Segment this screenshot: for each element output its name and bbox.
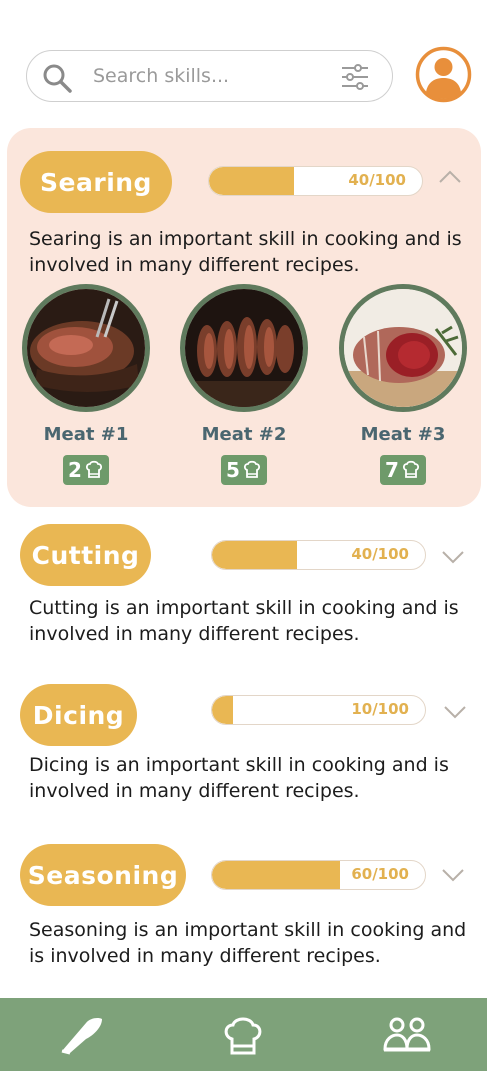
recipe-count: 2 (68, 458, 82, 482)
recipe-item[interactable]: Meat #1 2 (21, 284, 151, 485)
chevron-down-icon[interactable] (442, 703, 468, 721)
meat-photo (180, 284, 308, 412)
skill-progress-bar: 10/100 (211, 695, 426, 725)
chevron-down-icon[interactable] (440, 548, 466, 566)
skill-progress-label: 10/100 (351, 700, 409, 718)
recipe-item-name: Meat #3 (360, 424, 446, 445)
recipe-count: 5 (226, 458, 240, 482)
skill-description: Searing is an important skill in cooking… (29, 228, 462, 276)
skill-name-pill[interactable]: Cutting (20, 524, 151, 586)
skill-card-searing[interactable]: Searing 40/100 Searing is an important s… (7, 128, 481, 507)
skill-name-pill[interactable]: Dicing (20, 684, 137, 746)
recipe-item-name: Meat #2 (201, 424, 287, 445)
recipe-item[interactable]: Meat #3 7 (338, 284, 468, 485)
skill-name-pill[interactable]: Searing (20, 151, 172, 213)
people-icon[interactable] (382, 1015, 432, 1055)
chef-hat-icon (85, 460, 102, 478)
recipe-item-name: Meat #1 (43, 424, 129, 445)
knife-icon[interactable] (56, 1015, 106, 1055)
search-icon (43, 64, 72, 93)
chef-hat-icon (243, 460, 260, 478)
chevron-up-icon[interactable] (437, 168, 463, 186)
skill-progress-fill (212, 861, 340, 889)
recipe-item[interactable]: Meat #2 5 (179, 284, 309, 485)
skill-progress-label: 40/100 (348, 171, 406, 189)
skill-description: Seasoning is an important skill in cooki… (29, 919, 467, 967)
filter-sliders-icon[interactable] (339, 61, 371, 93)
meat-photo (22, 284, 150, 412)
skill-description: Cutting is an important skill in cooking… (29, 597, 459, 645)
skill-progress-fill (209, 167, 295, 195)
skill-progress-bar: 40/100 (208, 166, 423, 196)
skill-card-dicing[interactable]: Dicing 10/100 Dicing is an important ski… (7, 682, 481, 812)
chef-hat-icon (402, 460, 419, 478)
skill-progress-bar: 60/100 (211, 860, 426, 890)
chevron-down-icon[interactable] (440, 866, 466, 884)
search-input[interactable] (93, 61, 333, 91)
recipe-count-badge: 5 (221, 455, 267, 485)
user-avatar-icon[interactable] (415, 46, 472, 103)
recipe-count-badge: 7 (380, 455, 426, 485)
skill-progress-fill (212, 696, 234, 724)
skill-card-cutting[interactable]: Cutting 40/100 Cutting is an important s… (7, 522, 481, 652)
meat-photo (339, 284, 467, 412)
recipe-count-badge: 2 (63, 455, 109, 485)
chef-hat-icon[interactable] (218, 1015, 268, 1055)
skill-progress-label: 60/100 (351, 865, 409, 883)
skill-description: Dicing is an important skill in cooking … (29, 754, 449, 802)
bottom-nav (0, 998, 487, 1071)
skill-card-seasoning[interactable]: Seasoning 60/100 Seasoning is an importa… (7, 842, 481, 972)
skill-progress-label: 40/100 (351, 545, 409, 563)
skill-progress-bar: 40/100 (211, 540, 426, 570)
search-bar[interactable] (26, 50, 393, 102)
skill-progress-fill (212, 541, 298, 569)
skill-name-pill[interactable]: Seasoning (20, 844, 186, 906)
recipe-count: 7 (385, 458, 399, 482)
